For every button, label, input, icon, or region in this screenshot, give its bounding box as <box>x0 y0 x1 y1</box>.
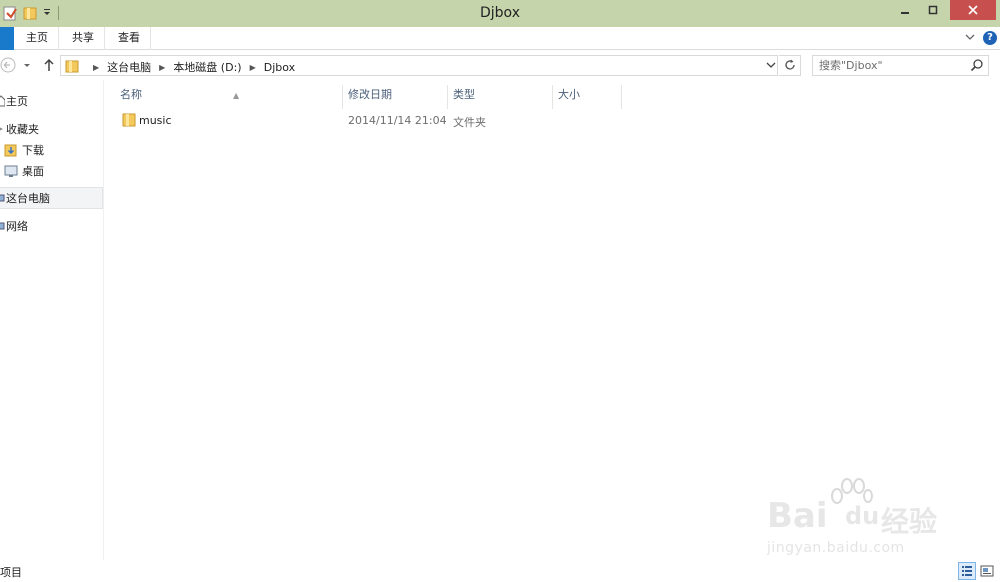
breadcrumb-chevron-icon[interactable]: ▶ <box>93 63 99 72</box>
search-icon[interactable] <box>970 58 984 72</box>
nav-item-downloads[interactable]: 下载 <box>4 139 103 161</box>
nav-item-label: 桌面 <box>22 165 44 178</box>
file-tab[interactable] <box>0 27 14 50</box>
details-view-button[interactable] <box>958 562 976 580</box>
breadcrumb-chevron-icon[interactable]: ▶ <box>250 63 256 72</box>
nav-item-network[interactable]: 网络 <box>0 215 103 237</box>
large-icons-view-icon <box>980 565 994 577</box>
large-icons-view-button[interactable] <box>978 562 996 580</box>
expand-ribbon-chevron-icon[interactable] <box>963 31 977 45</box>
back-button[interactable] <box>0 57 16 73</box>
nav-item-label: 下载 <box>22 144 44 157</box>
downloads-folder-icon <box>4 143 18 157</box>
breadcrumb-this-pc[interactable]: 这台电脑 <box>107 59 151 75</box>
watermark-brand: Bai <box>767 496 828 536</box>
watermark-jingyan: 经验 <box>881 505 938 538</box>
breadcrumb-local-disk[interactable]: 本地磁盘 (D:) <box>173 59 241 75</box>
maximize-button[interactable] <box>920 0 946 20</box>
folder-icon <box>65 60 79 73</box>
home-icon <box>0 94 6 108</box>
column-header-name[interactable]: 名称 ▲ <box>115 85 343 109</box>
watermark-url: jingyan.baidu.com <box>767 540 905 556</box>
address-bar[interactable]: ▶ 这台电脑 ▶ 本地磁盘 (D:) ▶ Djbox <box>60 55 778 76</box>
close-button[interactable] <box>950 0 996 20</box>
nav-item-this-pc[interactable]: 这台电脑 <box>0 187 103 209</box>
maximize-icon <box>928 5 938 15</box>
back-arrow-icon <box>0 57 16 73</box>
nav-item-favorites[interactable]: 收藏夹 <box>0 118 103 140</box>
column-header-modified[interactable]: 修改日期 <box>343 85 448 109</box>
navigation-pane: 主页 收藏夹 下载 桌面 这台电脑 网络 <box>0 80 104 560</box>
computer-icon <box>0 191 5 205</box>
table-row[interactable]: music 2014/11/14 21:04 文件夹 <box>117 110 597 132</box>
favorites-star-icon <box>0 122 5 136</box>
ribbon-tabs: 主页 共享 查看 ? <box>0 27 1000 50</box>
breadcrumb: ▶ 这台电脑 ▶ 本地磁盘 (D:) ▶ Djbox <box>85 59 295 75</box>
details-view-icon <box>962 566 972 576</box>
baidu-jingyan-watermark: Bai du 经验 jingyan.baidu.com <box>767 478 957 558</box>
recent-locations-button[interactable] <box>21 57 33 73</box>
search-input[interactable] <box>819 59 964 72</box>
address-dropdown-icon[interactable] <box>766 59 776 74</box>
folder-icon <box>122 113 136 127</box>
column-header-label: 修改日期 <box>348 88 392 101</box>
file-modified: 2014/11/14 21:04 <box>348 114 447 127</box>
window-title: Djbox <box>480 5 520 21</box>
tab-share[interactable]: 共享 <box>62 27 105 50</box>
network-icon <box>0 219 5 233</box>
sort-ascending-icon: ▲ <box>233 91 240 100</box>
tab-home[interactable]: 主页 <box>16 27 59 50</box>
file-type: 文件夹 <box>453 116 486 129</box>
up-arrow-icon <box>44 58 54 71</box>
nav-item-label: 这台电脑 <box>6 192 50 205</box>
minimize-button[interactable] <box>892 0 918 20</box>
column-header-label: 名称 <box>120 88 142 101</box>
address-row: ▶ 这台电脑 ▶ 本地磁盘 (D:) ▶ Djbox <box>0 50 1000 80</box>
status-bar: 项目 <box>0 560 1000 582</box>
nav-item-label: 主页 <box>6 95 28 108</box>
minimize-icon <box>901 12 909 14</box>
breadcrumb-djbox[interactable]: Djbox <box>264 61 295 74</box>
refresh-icon <box>784 59 795 70</box>
watermark-brand-du: du <box>845 502 880 530</box>
desktop-icon <box>4 164 18 178</box>
title-bar: Djbox <box>0 0 1000 27</box>
column-header-size[interactable]: 大小 <box>553 85 622 109</box>
nav-item-home[interactable]: 主页 <box>0 90 103 112</box>
nav-item-label: 收藏夹 <box>6 123 39 136</box>
file-name: music <box>139 114 172 127</box>
search-box[interactable] <box>812 55 989 76</box>
nav-item-desktop[interactable]: 桌面 <box>4 160 103 182</box>
nav-item-label: 网络 <box>6 220 28 233</box>
chevron-down-icon <box>24 64 30 67</box>
refresh-button[interactable] <box>779 55 801 76</box>
column-header-type[interactable]: 类型 <box>448 85 553 109</box>
status-item-count: 项目 <box>0 566 22 579</box>
help-icon[interactable]: ? <box>983 31 997 45</box>
up-button[interactable] <box>41 57 57 73</box>
close-icon <box>968 5 978 15</box>
column-header-label: 大小 <box>558 88 580 101</box>
column-header-label: 类型 <box>453 88 475 101</box>
tab-view[interactable]: 查看 <box>108 27 151 50</box>
breadcrumb-chevron-icon[interactable]: ▶ <box>159 63 165 72</box>
